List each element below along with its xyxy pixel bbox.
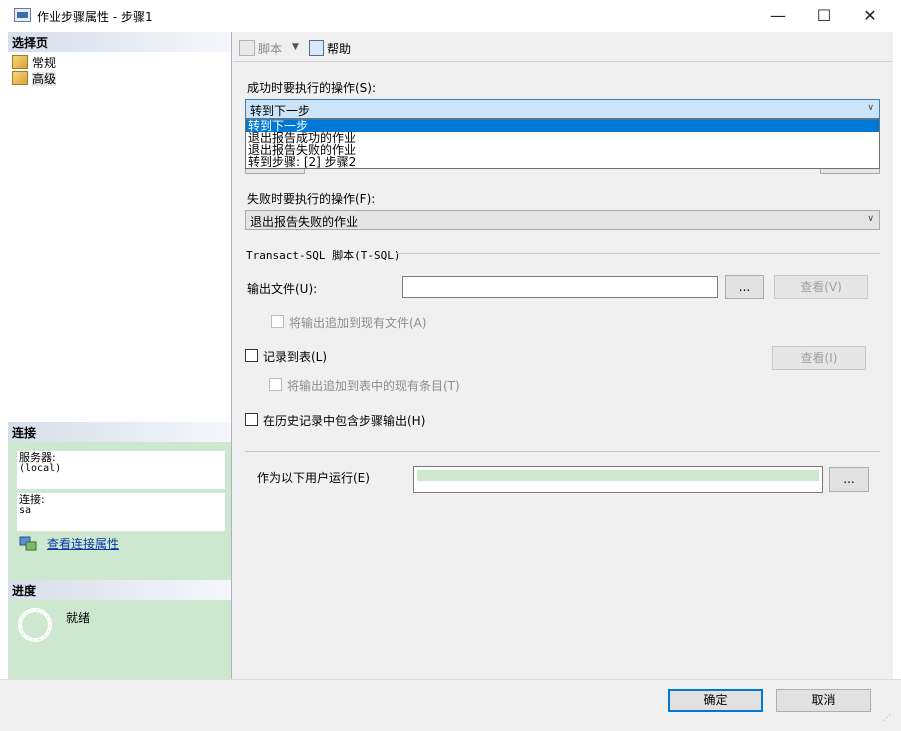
include-history-label: 在历史记录中包含步骤输出(H) <box>263 414 426 428</box>
output-file-label: 输出文件(U): <box>247 282 318 296</box>
run-as-browse-button[interactable]: ... <box>829 467 869 492</box>
maximize-button[interactable]: ☐ <box>801 0 847 32</box>
run-as-label: 作为以下用户运行(E) <box>257 471 370 485</box>
chevron-down-icon: ∨ <box>867 214 874 224</box>
help-icon <box>309 40 324 56</box>
output-file-browse-button[interactable]: ... <box>725 275 764 299</box>
on-failure-label: 失败时要执行的操作(F): <box>247 192 376 206</box>
on-failure-select[interactable]: 退出报告失败的作业 ∨ <box>245 210 880 230</box>
close-button[interactable]: ✕ <box>847 0 893 32</box>
connection-header: 连接 <box>8 422 231 442</box>
script-icon <box>239 40 255 56</box>
sidebar-item-label: 常规 <box>32 56 57 70</box>
connection-info: 连接: sa <box>17 493 225 531</box>
button-bar <box>0 679 901 731</box>
on-failure-value: 退出报告失败的作业 <box>250 215 359 229</box>
retry-attempts-field[interactable] <box>245 169 305 174</box>
script-label: 脚本 <box>258 42 283 56</box>
cancel-button[interactable]: 取消 <box>776 689 871 712</box>
chevron-down-icon: ∨ <box>867 103 874 113</box>
help-label: 帮助 <box>327 42 352 56</box>
dropdown-option[interactable]: 转到步骤: [2] 步骤2 <box>246 156 879 168</box>
progress-header: 进度 <box>8 580 231 600</box>
append-table-checkbox[interactable] <box>269 378 282 391</box>
append-output-label: 将输出追加到现有文件(A) <box>289 316 427 330</box>
on-success-dropdown: 转到下一步 退出报告成功的作业 退出报告失败的作业 转到步骤: [2] 步骤2 <box>245 119 880 169</box>
connection-value: sa <box>19 505 32 516</box>
run-as-select[interactable] <box>413 466 823 493</box>
script-button[interactable]: 脚本 <box>239 40 282 57</box>
view-table-button[interactable]: 查看(I) <box>772 346 866 370</box>
page-icon <box>12 55 28 69</box>
log-to-table-checkbox[interactable] <box>245 349 258 362</box>
view-output-button[interactable]: 查看(V) <box>774 275 868 299</box>
sidebar-item-advanced[interactable]: 高级 <box>12 70 57 86</box>
sidebar-item-general[interactable]: 常规 <box>12 54 57 70</box>
connection-properties-icon <box>19 535 37 551</box>
on-success-select[interactable]: 转到下一步 ∨ <box>245 99 880 119</box>
resize-grip-icon[interactable]: ⋰ <box>883 713 893 723</box>
on-success-value: 转到下一步 <box>250 104 311 118</box>
page-icon <box>12 71 28 85</box>
help-button[interactable]: 帮助 <box>309 40 351 57</box>
select-page-header: 选择页 <box>8 32 231 52</box>
ok-button[interactable]: 确定 <box>668 689 763 712</box>
progress-spinner-icon <box>18 608 52 642</box>
tsql-group-label: Transact-SQL 脚本(T-SQL) <box>246 249 401 262</box>
minimize-button[interactable]: — <box>755 0 801 32</box>
window-title: 作业步骤属性 - 步骤1 <box>37 10 153 24</box>
append-output-checkbox[interactable] <box>271 315 284 328</box>
section-divider <box>245 451 880 452</box>
on-success-label: 成功时要执行的操作(S): <box>247 81 377 95</box>
run-as-highlight <box>417 470 819 481</box>
view-connection-properties-link[interactable]: 查看连接属性 <box>47 535 119 552</box>
log-to-table-label: 记录到表(L) <box>263 350 328 364</box>
progress-status: 就绪 <box>66 611 91 625</box>
server-label: 服务器: <box>19 451 56 464</box>
append-table-label: 将输出追加到表中的现有条目(T) <box>287 379 460 393</box>
output-file-input[interactable] <box>402 276 718 298</box>
server-value: (local) <box>19 463 62 474</box>
include-history-checkbox[interactable] <box>245 413 258 426</box>
connection-label: 连接: <box>19 493 45 506</box>
group-divider <box>397 253 880 254</box>
app-icon <box>14 8 31 22</box>
sidebar-item-label: 高级 <box>32 72 57 86</box>
server-info: 服务器: (local) <box>17 451 225 489</box>
retry-interval-field[interactable] <box>820 169 880 174</box>
script-dropdown-arrow-icon[interactable]: ▼ <box>292 42 299 52</box>
